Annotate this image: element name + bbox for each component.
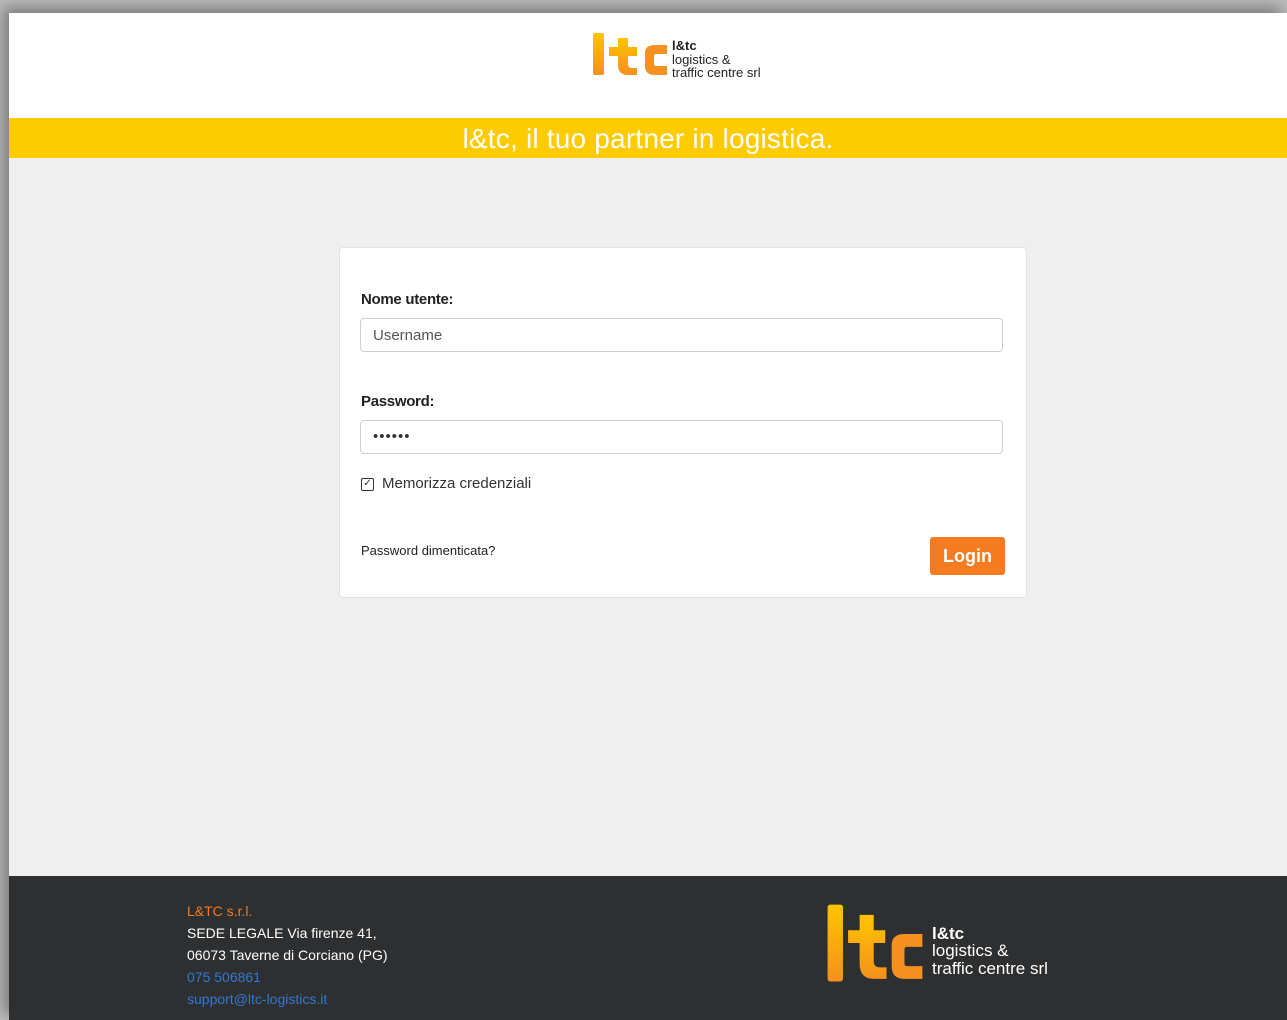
forgot-password-link[interactable]: Password dimenticata?	[361, 543, 495, 558]
remember-label: Memorizza credenziali	[382, 475, 532, 492]
header-logo[interactable]: l&tc logistics & traffic centre srl	[591, 29, 761, 80]
login-card: Nome utente: Password: •••••• ✓ Memorizz…	[339, 247, 1027, 598]
logo-brand-text: l&tc	[672, 38, 697, 53]
app-window: l&tc logistics & traffic centre srl l&tc…	[9, 13, 1287, 1020]
remember-credentials[interactable]: ✓ Memorizza credenziali	[361, 475, 531, 492]
footer-logo-brand-text: l&tc	[932, 924, 965, 943]
footer-logo: l&tc logistics & traffic centre srl	[825, 902, 1048, 984]
logo-line2-text: traffic centre srl	[672, 65, 761, 81]
footer-company: L&TC s.r.l.	[187, 903, 253, 919]
tagline-banner: l&tc, il tuo partner in logistica.	[9, 118, 1287, 158]
ltc-logo-mark-icon	[593, 33, 667, 76]
logo-line1-text: logistics &	[672, 51, 731, 67]
password-label: Password:	[361, 393, 435, 410]
username-input[interactable]	[360, 318, 1003, 352]
page-footer: L&TC s.r.l. SEDE LEGALE Via firenze 41, …	[9, 876, 1287, 1020]
login-button[interactable]: Login	[930, 537, 1005, 575]
footer-address-line2: 06073 Taverne di Corciano (PG)	[187, 947, 388, 963]
ltc-logo-mark-icon	[827, 904, 923, 982]
footer-logo-line2-text: traffic centre srl	[932, 958, 1048, 978]
password-input[interactable]: ••••••	[360, 420, 1003, 454]
footer-address-line1: SEDE LEGALE Via firenze 41,	[187, 925, 377, 941]
remember-checkbox[interactable]: ✓	[361, 477, 374, 491]
footer-phone-link[interactable]: 075 506861	[187, 966, 388, 988]
footer-contact: L&TC s.r.l. SEDE LEGALE Via firenze 41, …	[187, 900, 388, 1010]
username-label: Nome utente:	[361, 291, 454, 308]
footer-email-link[interactable]: support@ltc-logistics.it	[187, 988, 388, 1010]
page-header: l&tc logistics & traffic centre srl	[9, 13, 1287, 118]
footer-logo-line1-text: logistics &	[932, 941, 1009, 961]
